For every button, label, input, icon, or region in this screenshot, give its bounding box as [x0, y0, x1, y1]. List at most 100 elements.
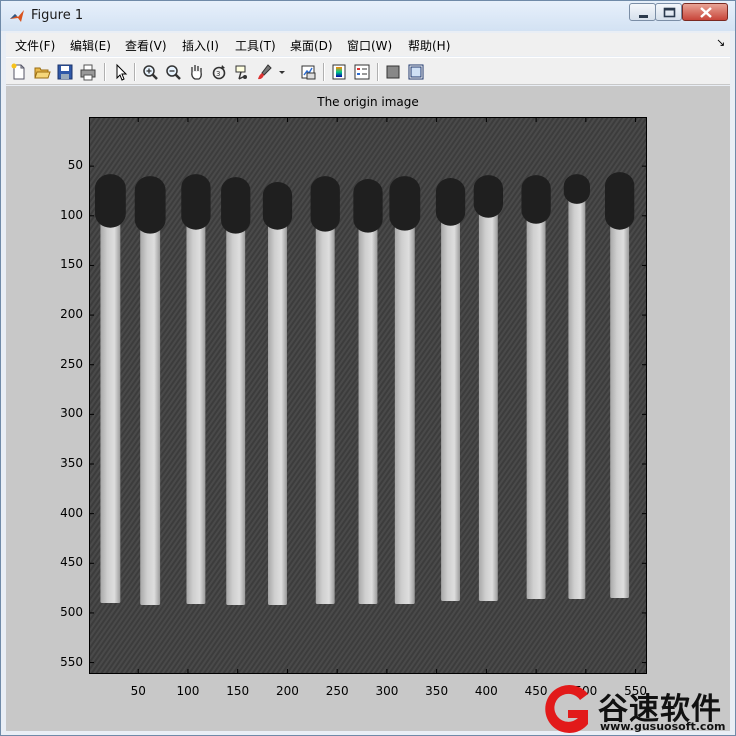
menu-desktop[interactable]: 桌面(D)	[290, 37, 333, 54]
edit-plot-button[interactable]	[111, 63, 129, 81]
zoom-in-icon	[143, 65, 158, 80]
title-bar[interactable]: Figure 1	[1, 1, 735, 31]
ytick-label: 200	[60, 307, 83, 322]
menu-view[interactable]: 查看(V)	[125, 37, 167, 54]
open-file-button[interactable]	[33, 63, 51, 81]
ytick-label: 400	[60, 505, 83, 520]
xtick-label: 300	[375, 684, 399, 698]
link-plot-button[interactable]	[299, 63, 317, 81]
show-plot-tools-button[interactable]	[407, 63, 425, 81]
xtick-label: 350	[425, 684, 449, 698]
svg-text:3: 3	[216, 70, 220, 78]
rotate-3d-button[interactable]: 3	[210, 63, 228, 81]
close-button[interactable]	[682, 3, 728, 21]
data-cursor-button[interactable]	[233, 63, 251, 81]
match-head-11	[521, 175, 551, 224]
match-stick-6	[315, 227, 335, 605]
arrow-pointer-icon	[116, 63, 128, 81]
chevron-down-icon	[279, 71, 285, 74]
match-stick-5	[268, 225, 287, 605]
xtick-label: 100	[176, 684, 200, 698]
print-figure-button[interactable]	[79, 63, 97, 81]
zoom-out-button[interactable]	[164, 63, 182, 81]
figure-window: Figure 1 文件(F) 编辑(E) 查看(V) 插入(I) 工具(T) 桌面(D) 窗…	[0, 0, 736, 736]
match-head-5	[262, 182, 293, 230]
hide-tools-icon	[386, 65, 400, 79]
match-head-4	[221, 177, 251, 234]
save-figure-button[interactable]	[56, 63, 74, 81]
brush-dropdown-icon[interactable]	[278, 63, 286, 81]
ytick-label: 100	[60, 207, 83, 222]
image-axes[interactable]	[6, 86, 730, 731]
ytick-label: 450	[60, 555, 83, 570]
data-cursor-icon	[235, 65, 247, 80]
hide-plot-tools-button[interactable]	[384, 63, 402, 81]
xtick-label: 400	[474, 684, 498, 698]
xtick-label: 150	[226, 684, 250, 698]
watermark-url: www.gusuosoft.com	[600, 720, 726, 733]
new-file-icon	[11, 63, 25, 80]
xtick-label: 200	[275, 684, 299, 698]
xtick-label: 250	[325, 684, 349, 698]
ytick-label: 250	[60, 356, 83, 371]
match-head-8	[389, 176, 421, 231]
link-plot-icon	[301, 65, 316, 80]
menu-insert[interactable]: 插入(I)	[182, 37, 219, 54]
toolbar-separator	[134, 63, 136, 81]
new-figure-button[interactable]	[10, 63, 28, 81]
match-stick-1	[100, 223, 121, 604]
maximize-button[interactable]	[655, 3, 682, 21]
figure-toolbar: 3	[6, 57, 730, 85]
match-head-3	[181, 174, 211, 230]
toolbar-separator	[323, 63, 325, 81]
match-stick-7	[358, 228, 378, 605]
match-head-10	[473, 175, 503, 218]
watermark: 谷速软件 www.gusuosoft.com	[538, 680, 736, 736]
menu-overflow-icon[interactable]: ↘	[716, 36, 725, 49]
menu-bar: 文件(F) 编辑(E) 查看(V) 插入(I) 工具(T) 桌面(D) 窗口(W) 帮助(H)…	[6, 33, 730, 56]
ytick-label: 150	[60, 257, 83, 272]
zoom-in-button[interactable]	[141, 63, 159, 81]
legend-icon	[354, 64, 370, 80]
menu-window[interactable]: 窗口(W)	[347, 37, 392, 54]
match-stick-9	[441, 221, 461, 602]
maximize-icon	[663, 7, 676, 18]
menu-file[interactable]: 文件(F)	[15, 37, 55, 54]
show-tools-icon	[408, 64, 424, 80]
menu-help[interactable]: 帮助(H)	[408, 37, 450, 54]
match-stick-3	[186, 225, 206, 605]
ytick-label: 300	[60, 406, 83, 421]
window-title: Figure 1	[31, 8, 84, 23]
insert-colorbar-button[interactable]	[330, 63, 348, 81]
insert-legend-button[interactable]	[353, 63, 371, 81]
menu-tools[interactable]: 工具(T)	[235, 37, 276, 54]
match-stick-4	[226, 229, 246, 605]
floppy-disk-icon	[57, 64, 73, 80]
zoom-out-icon	[166, 65, 181, 80]
minimize-icon	[639, 15, 648, 18]
match-stick-8	[394, 226, 415, 605]
ytick-label: 350	[60, 456, 83, 470]
brush-icon	[258, 64, 272, 80]
pan-button[interactable]	[187, 63, 205, 81]
match-stick-12	[568, 199, 586, 600]
hand-icon	[191, 65, 202, 80]
watermark-logo-icon	[545, 685, 588, 733]
ytick-label: 550	[60, 654, 83, 669]
toolbar-separator	[104, 63, 106, 81]
menu-edit[interactable]: 编辑(E)	[70, 37, 111, 54]
brush-button[interactable]	[256, 63, 274, 81]
figure-canvas[interactable]: The origin image 50 100 150 200 250 300 350 400…	[6, 86, 730, 731]
match-stick-2	[140, 229, 161, 605]
folder-open-icon	[34, 67, 51, 79]
minimize-button[interactable]	[629, 3, 656, 21]
toolbar-separator	[377, 63, 379, 81]
match-head-13	[605, 172, 635, 230]
match-stick-13	[610, 225, 630, 599]
match-head-6	[310, 176, 340, 232]
match-head-7	[353, 179, 383, 233]
close-icon	[700, 7, 712, 18]
match-head-2	[134, 176, 166, 234]
ytick-label: 500	[60, 604, 83, 619]
match-stick-10	[478, 213, 498, 602]
